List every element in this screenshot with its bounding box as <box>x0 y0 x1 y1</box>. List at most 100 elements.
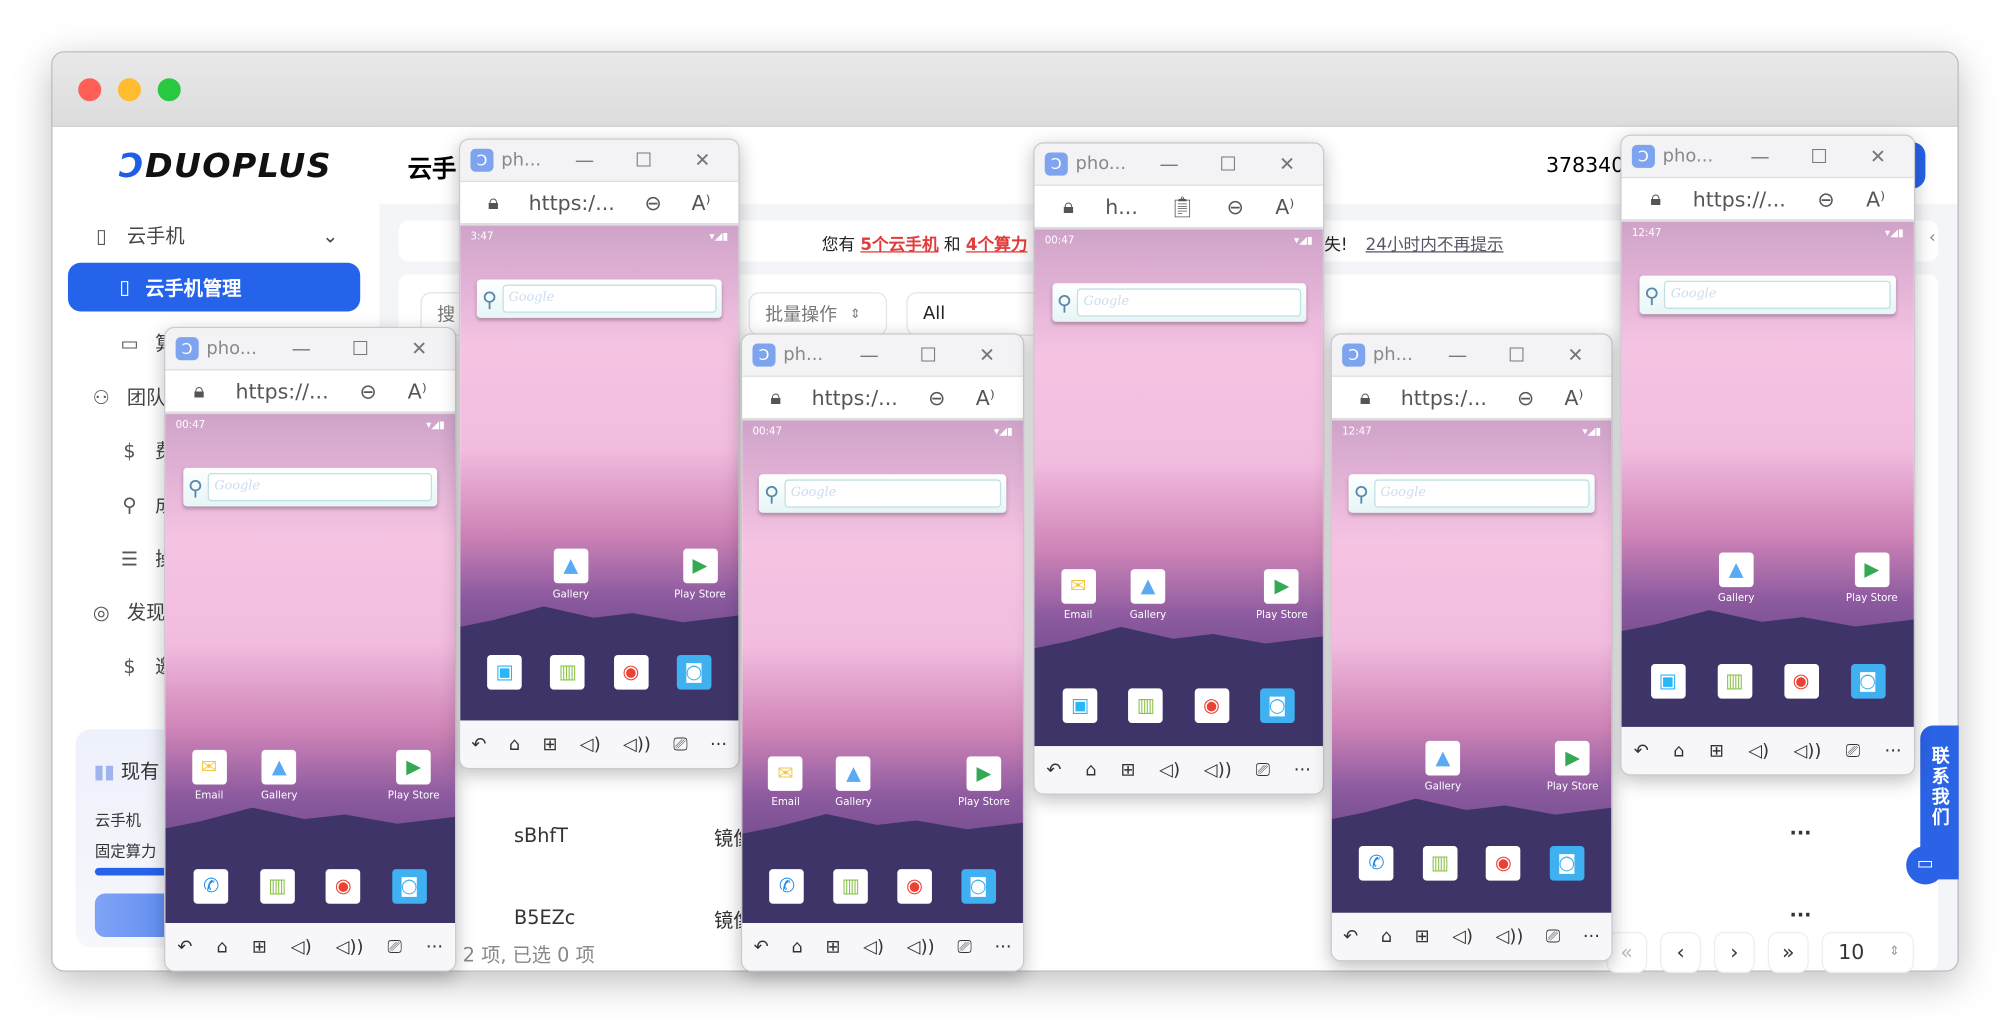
apps-icon[interactable]: ⊞ <box>1120 760 1135 781</box>
next-page-button[interactable]: › <box>1713 931 1755 973</box>
phone-window[interactable]: Ↄpho... — ☐ ✕ 🔒︎ https://... ⊖ A⁾ 00:47 ▾◢▮ ⚲ Googl… <box>164 326 457 972</box>
google-search-box[interactable]: Google <box>208 473 433 502</box>
minimize-button[interactable]: — <box>276 337 327 360</box>
phone-window[interactable]: Ↄph... — ☐ ✕ 🔒︎ https:/... ⊖ A⁾ 00:47 ▾◢▮ ⚲ Google ✉… <box>740 333 1025 972</box>
minimize-button[interactable]: — <box>1734 145 1785 168</box>
camera-icon[interactable]: ◙ <box>1549 846 1585 881</box>
chrome-icon[interactable]: ◉ <box>1783 664 1819 699</box>
back-icon[interactable]: ↶ <box>1046 760 1061 781</box>
clipboard-icon[interactable]: 📋︎ <box>1169 194 1195 218</box>
home-icon[interactable]: ⌂ <box>791 936 802 957</box>
app-play-store[interactable]: ▶ Play Store <box>382 749 446 801</box>
maximize-button[interactable]: ☐ <box>335 337 386 360</box>
apps-icon[interactable]: ⊞ <box>252 936 267 957</box>
camera-icon[interactable]: ◙ <box>960 869 996 904</box>
google-search-widget[interactable]: ⚲ Google <box>1051 283 1306 322</box>
screen-icon[interactable]: ⎚ <box>388 936 402 957</box>
chat-icon[interactable]: ▭ <box>1906 846 1945 885</box>
sidebar-item-discover[interactable]: ◎ 发现 <box>88 599 166 626</box>
sidebar-item-cloud-phone-management[interactable]: ▯ 云手机管理 <box>67 262 361 312</box>
app-play-store[interactable]: ▶ Play Store <box>1250 569 1314 620</box>
more-icon[interactable]: ··· <box>1294 760 1311 781</box>
more-icon[interactable]: ··· <box>710 734 727 755</box>
url-text[interactable]: h... <box>1105 194 1138 218</box>
lock-icon[interactable]: 🔒︎ <box>1650 186 1661 212</box>
app-play-store[interactable]: ▶ Play Store <box>952 756 1016 808</box>
dismiss-24h-link[interactable]: 24小时内不再提示 <box>1366 236 1504 255</box>
home-icon[interactable]: ⌂ <box>1085 760 1096 781</box>
volume-down-icon[interactable]: ◁) <box>580 734 601 755</box>
volume-up-icon[interactable]: ◁)) <box>1496 926 1524 947</box>
close-button[interactable]: ✕ <box>961 344 1012 367</box>
zoom-out-icon[interactable]: ⊖ <box>360 379 377 403</box>
close-window-button[interactable] <box>78 78 102 102</box>
phone-window[interactable]: Ↄpho... — ☐ ✕ 🔒︎ https://... ⊖ A⁾ 12:47 ▾◢▮ ⚲ Googl… <box>1620 134 1916 776</box>
more-icon[interactable]: ··· <box>426 936 443 957</box>
app-gallery[interactable]: ▲ Gallery <box>822 756 886 808</box>
app-gallery[interactable]: ▲ Gallery <box>1411 740 1475 792</box>
google-search-widget[interactable]: ⚲ Google <box>476 279 722 318</box>
maximize-button[interactable]: ☐ <box>1202 153 1253 176</box>
close-button[interactable]: ✕ <box>1261 153 1312 176</box>
apps-icon[interactable]: ⊞ <box>543 734 558 755</box>
phone-icon[interactable]: ✆ <box>1359 846 1394 881</box>
volume-down-icon[interactable]: ◁) <box>291 936 312 957</box>
phone-screen[interactable]: 00:47 ▾◢▮ ⚲ Google ✉ Email ▲ Gallery ▶ Play Store… <box>165 414 456 923</box>
close-button[interactable]: ✕ <box>394 337 445 360</box>
zoom-out-icon[interactable]: ⊖ <box>645 190 662 214</box>
phone-screen[interactable]: 12:47 ▾◢▮ ⚲ Google ▲ Gallery ▶ Play Store ▣ ▥ ◉ ◙ <box>1621 221 1914 727</box>
sidebar-item-team[interactable]: ⚇ 团队 <box>88 383 166 410</box>
phone-icon[interactable]: ✆ <box>193 869 229 904</box>
app-email[interactable]: ✉ Email <box>1046 569 1110 620</box>
google-search-widget[interactable]: ⚲ Google <box>1639 275 1897 315</box>
phone-icon[interactable]: ✆ <box>769 869 805 904</box>
app-email[interactable]: ✉ Email <box>754 756 818 808</box>
lock-icon[interactable]: 🔒︎ <box>1063 194 1074 220</box>
more-icon[interactable]: ··· <box>1884 740 1901 761</box>
volume-up-icon[interactable]: ◁)) <box>336 936 364 957</box>
app-gallery[interactable]: ▲ Gallery <box>1704 552 1768 604</box>
chrome-icon[interactable]: ◉ <box>1194 688 1229 723</box>
screen-icon[interactable]: ⎚ <box>1546 926 1560 947</box>
volume-down-icon[interactable]: ◁) <box>1159 760 1180 781</box>
page-size-select[interactable]: 10 ⇕ <box>1821 931 1914 973</box>
close-notice-icon[interactable]: ‹ <box>1929 228 1936 247</box>
app-gallery[interactable]: ▲ Gallery <box>247 749 311 801</box>
close-button[interactable]: ✕ <box>677 149 728 172</box>
app-play-store[interactable]: ▶ Play Store <box>668 548 732 600</box>
minimize-button[interactable]: — <box>1432 344 1483 367</box>
contacts-icon[interactable]: ▣ <box>487 655 522 690</box>
lock-icon[interactable]: 🔒︎ <box>770 385 781 411</box>
phone-window-titlebar[interactable]: Ↄph... — ☐ ✕ <box>742 334 1023 377</box>
phone-window[interactable]: Ↄph... — ☐ ✕ 🔒︎ https:/... ⊖ A⁾ 12:47 ▾◢▮ ⚲ Google ▲… <box>1330 333 1613 962</box>
phone-screen[interactable]: 12:47 ▾◢▮ ⚲ Google ▲ Gallery ▶ Play Store ✆ ▥ ◉ ◙ <box>1331 420 1612 913</box>
lock-icon[interactable]: 🔒︎ <box>194 378 205 404</box>
phone-window-titlebar[interactable]: Ↄpho... — ☐ ✕ <box>1034 143 1323 186</box>
home-icon[interactable]: ⌂ <box>1381 926 1392 947</box>
google-search-box[interactable]: Google <box>1077 288 1301 317</box>
url-text[interactable]: https:/... <box>529 190 615 214</box>
files-icon[interactable]: ▥ <box>550 655 586 690</box>
phone-screen[interactable]: 00:47 ▾◢▮ ⚲ Google ✉ Email ▲ Gallery ▶ Play Store… <box>742 420 1023 923</box>
volume-up-icon[interactable]: ◁)) <box>1204 760 1232 781</box>
volume-down-icon[interactable]: ◁) <box>1748 740 1769 761</box>
phone-window-titlebar[interactable]: Ↄph... — ☐ ✕ <box>460 139 739 183</box>
read-aloud-icon[interactable]: A⁾ <box>692 190 711 214</box>
minimize-button[interactable]: — <box>1143 153 1194 176</box>
lock-icon[interactable]: 🔒︎ <box>1360 385 1371 411</box>
maximize-button[interactable]: ☐ <box>1491 344 1542 367</box>
google-search-widget[interactable]: ⚲ Google <box>182 467 438 507</box>
back-icon[interactable]: ↶ <box>1634 740 1649 761</box>
chrome-icon[interactable]: ◉ <box>1486 846 1521 881</box>
read-aloud-icon[interactable]: A⁾ <box>1866 187 1885 211</box>
url-text[interactable]: https://... <box>236 379 329 403</box>
volume-up-icon[interactable]: ◁)) <box>623 734 651 755</box>
batch-operation-select[interactable]: 批量操作 ⇕ <box>748 292 888 336</box>
zoom-out-icon[interactable]: ⊖ <box>1517 385 1534 409</box>
contacts-icon[interactable]: ▣ <box>1062 688 1098 723</box>
files-icon[interactable]: ▥ <box>833 869 868 904</box>
camera-icon[interactable]: ◙ <box>1259 688 1295 723</box>
apps-icon[interactable]: ⊞ <box>1709 740 1724 761</box>
sidebar-item-cloud-phone[interactable]: ▯ 云手机 ⌄ <box>88 222 338 249</box>
phone-screen[interactable]: 3:47 ▾◢▮ ⚲ Google ▲ Gallery ▶ Play Store ▣ ▥ ◉ ◙ <box>460 225 739 721</box>
